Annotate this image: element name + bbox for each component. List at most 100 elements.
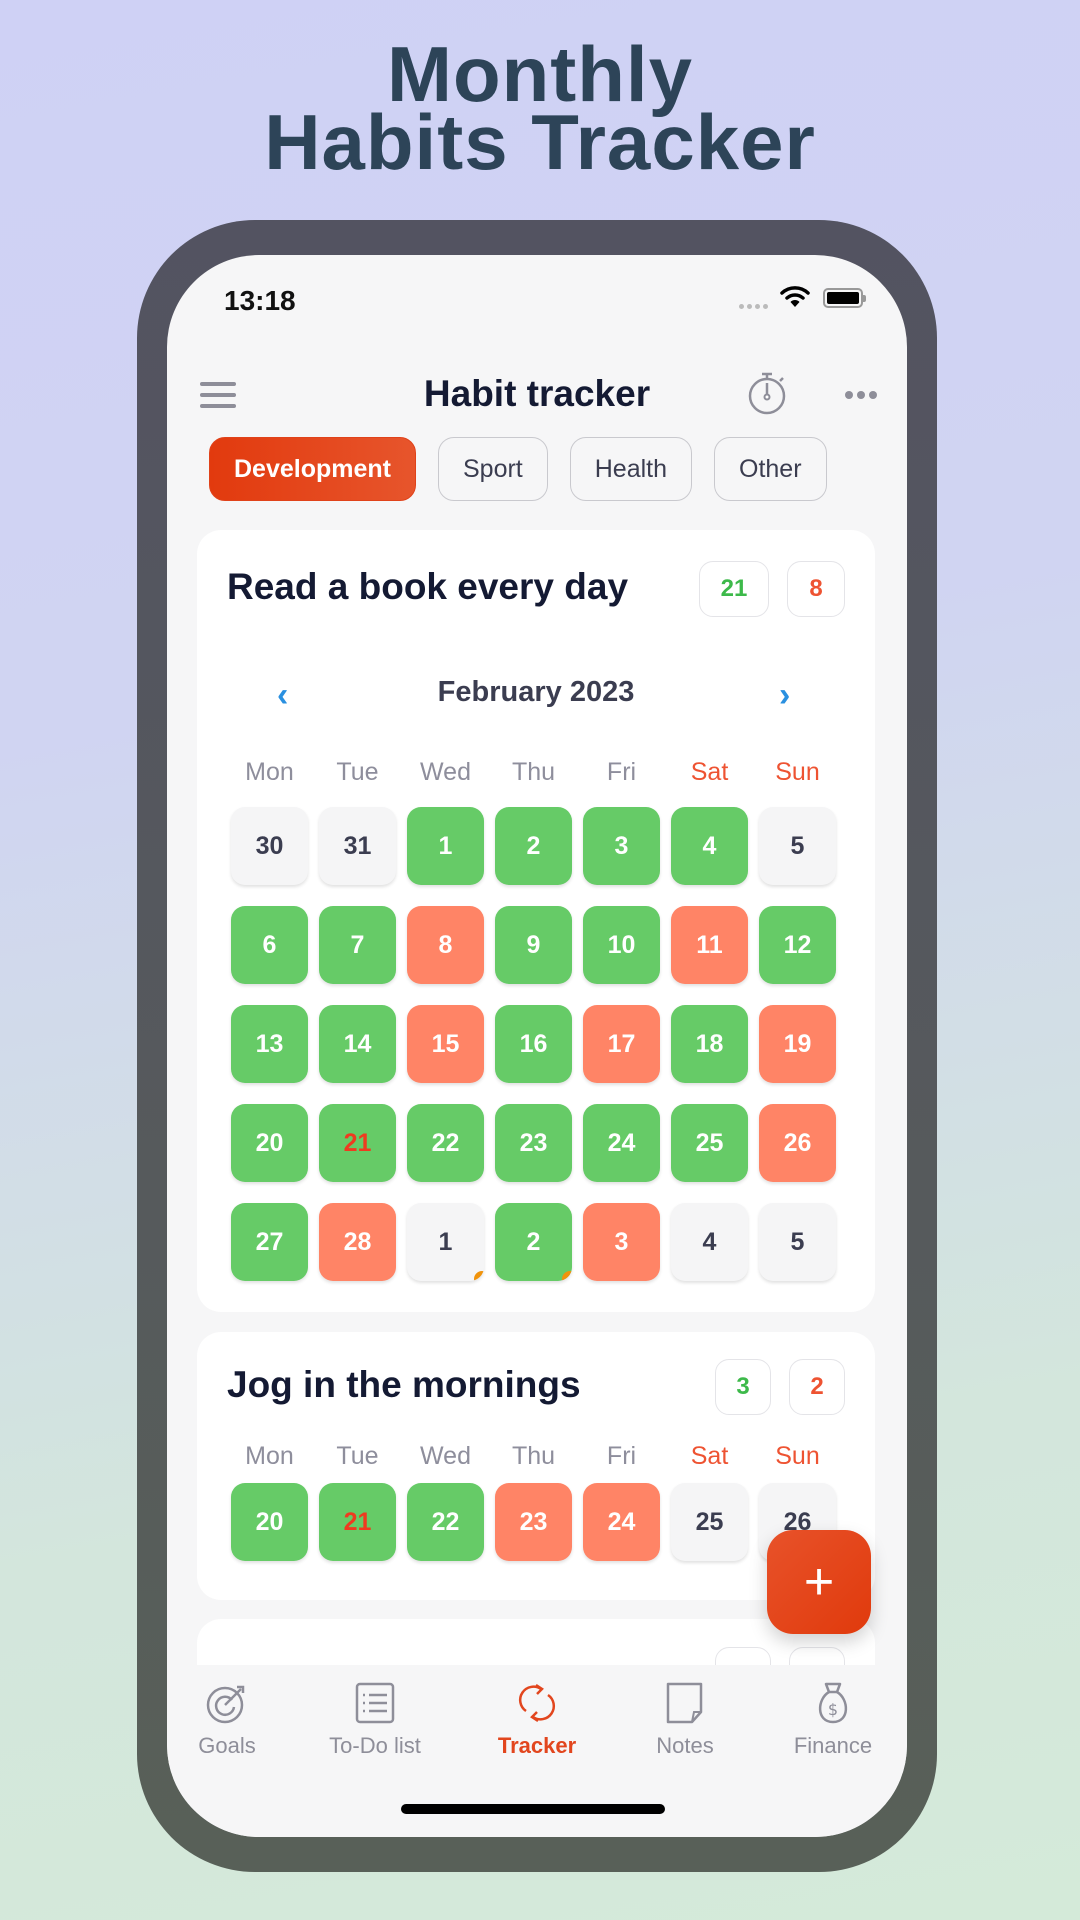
done-count-badge: 21 xyxy=(699,561,769,617)
day-cell-missed[interactable]: 15 xyxy=(407,1005,484,1083)
phone-frame: 13:18 Habit tracker Development Sport He… xyxy=(137,220,937,1872)
day-cell-missed[interactable]: 28 xyxy=(319,1203,396,1281)
day-number: 3 xyxy=(614,1227,629,1256)
tab-label: Finance xyxy=(793,1733,873,1758)
day-number: 22 xyxy=(431,1128,460,1157)
day-cell-done[interactable]: 21 xyxy=(319,1483,396,1561)
day-cell-empty[interactable]: 30 xyxy=(231,807,308,885)
day-number: 1 xyxy=(438,1227,453,1256)
tab-label: Tracker xyxy=(497,1733,577,1758)
day-number: 5 xyxy=(790,1227,805,1256)
day-cell-missed[interactable]: 17 xyxy=(583,1005,660,1083)
battery-icon xyxy=(823,288,866,308)
weekday-label: Sat xyxy=(690,758,729,786)
note-marker-icon xyxy=(562,1271,572,1281)
day-cell-done[interactable]: 13 xyxy=(231,1005,308,1083)
day-number: 16 xyxy=(519,1029,548,1058)
category-chip-development[interactable]: Development xyxy=(209,437,416,501)
day-cell-empty[interactable]: 4 xyxy=(671,1203,748,1281)
tab-finance[interactable]: $ Finance xyxy=(763,1681,903,1759)
day-cell-missed[interactable]: 3 xyxy=(583,1203,660,1281)
day-cell-done[interactable]: 10 xyxy=(583,906,660,984)
day-cell-empty[interactable]: 25 xyxy=(671,1483,748,1561)
weekday-label: Sat xyxy=(690,1442,729,1470)
day-cell-done[interactable]: 3 xyxy=(583,807,660,885)
add-habit-button[interactable]: + xyxy=(767,1530,871,1634)
day-number: 4 xyxy=(702,1227,717,1256)
day-cell-missed[interactable]: 24 xyxy=(583,1483,660,1561)
day-cell-done[interactable]: 27 xyxy=(231,1203,308,1281)
category-chip-sport[interactable]: Sport xyxy=(437,437,548,501)
day-cell-done[interactable]: 20 xyxy=(231,1104,308,1182)
day-cell-done[interactable]: 21 xyxy=(319,1104,396,1182)
plus-icon: + xyxy=(803,1553,835,1611)
day-cell-empty[interactable]: 5 xyxy=(759,807,836,885)
day-cell-empty[interactable]: 31 xyxy=(319,807,396,885)
day-cell-done[interactable]: 12 xyxy=(759,906,836,984)
refresh-cycle-icon xyxy=(518,1683,556,1723)
tab-goals[interactable]: Goals xyxy=(167,1681,297,1759)
day-cell-missed[interactable]: 8 xyxy=(407,906,484,984)
day-number: 2 xyxy=(526,831,541,860)
category-filter: Development Sport Health Other xyxy=(209,437,827,501)
day-cell-done[interactable]: 7 xyxy=(319,906,396,984)
habit-card[interactable]: Read a book every day 21 8 ‹ February 20… xyxy=(197,530,875,1312)
day-cell-done[interactable]: 16 xyxy=(495,1005,572,1083)
day-number: 1 xyxy=(438,831,453,860)
day-number: 22 xyxy=(431,1507,460,1536)
day-cell-done[interactable]: 1 xyxy=(407,807,484,885)
stopwatch-icon[interactable] xyxy=(746,369,790,417)
day-cell-done[interactable]: 24 xyxy=(583,1104,660,1182)
weekday-label: Mon xyxy=(245,1442,294,1470)
day-cell-empty[interactable]: 1 xyxy=(407,1203,484,1281)
category-chip-health[interactable]: Health xyxy=(569,437,693,501)
tab-label: To-Do list xyxy=(329,1733,421,1758)
tab-todo-list[interactable]: To-Do list xyxy=(305,1681,445,1759)
target-icon xyxy=(206,1685,245,1724)
day-number: 3 xyxy=(614,831,629,860)
more-options-button[interactable] xyxy=(845,391,877,399)
day-cell-done[interactable]: 6 xyxy=(231,906,308,984)
weekday-label: Sun xyxy=(775,758,820,786)
day-cell-missed[interactable]: 26 xyxy=(759,1104,836,1182)
day-cell-missed[interactable]: 19 xyxy=(759,1005,836,1083)
day-cell-done[interactable]: 2 xyxy=(495,807,572,885)
day-cell-empty[interactable]: 5 xyxy=(759,1203,836,1281)
missed-count-badge: 8 xyxy=(787,561,845,617)
weekday-label: Wed xyxy=(420,1442,471,1470)
day-cell-done[interactable]: 23 xyxy=(495,1104,572,1182)
day-cell-done[interactable]: 14 xyxy=(319,1005,396,1083)
nav-bar: Habit tracker xyxy=(167,355,907,435)
day-number: 19 xyxy=(783,1029,812,1058)
day-number: 27 xyxy=(255,1227,284,1256)
day-cell-done[interactable]: 22 xyxy=(407,1483,484,1561)
day-number: 17 xyxy=(607,1029,636,1058)
day-cell-done[interactable]: 25 xyxy=(671,1104,748,1182)
money-bag-icon: $ xyxy=(818,1682,848,1724)
day-cell-done[interactable]: 2 xyxy=(495,1203,572,1281)
status-time: 13:18 xyxy=(224,285,296,316)
tab-tracker[interactable]: Tracker xyxy=(467,1681,607,1759)
day-number: 24 xyxy=(607,1128,636,1157)
tab-notes[interactable]: Notes xyxy=(615,1681,755,1759)
checklist-icon xyxy=(355,1682,395,1724)
day-cell-missed[interactable]: 23 xyxy=(495,1483,572,1561)
day-cell-missed[interactable]: 11 xyxy=(671,906,748,984)
day-number: 6 xyxy=(262,930,277,959)
wifi-icon xyxy=(780,286,810,307)
day-cell-done[interactable]: 4 xyxy=(671,807,748,885)
day-cell-done[interactable]: 9 xyxy=(495,906,572,984)
day-cell-done[interactable]: 18 xyxy=(671,1005,748,1083)
category-chip-other[interactable]: Other xyxy=(714,437,827,501)
note-page-icon xyxy=(666,1682,703,1724)
day-number: 12 xyxy=(783,930,812,959)
day-number: 8 xyxy=(438,930,453,959)
home-indicator[interactable] xyxy=(401,1804,665,1814)
day-number: 26 xyxy=(783,1128,812,1157)
headline-line-2: Habits Tracker xyxy=(264,98,816,186)
day-cell-done[interactable]: 20 xyxy=(231,1483,308,1561)
chevron-right-icon[interactable]: › xyxy=(779,676,790,715)
day-number: 23 xyxy=(519,1128,548,1157)
day-cell-done[interactable]: 22 xyxy=(407,1104,484,1182)
week-calendar-row: 20 21 22 23 24 25 26 xyxy=(231,1483,836,1561)
